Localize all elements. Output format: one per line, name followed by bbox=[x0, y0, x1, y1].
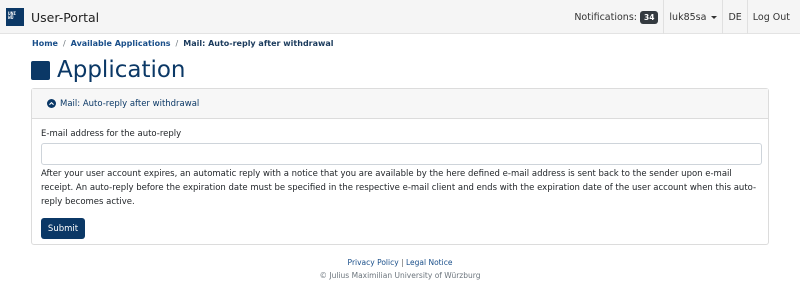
chevron-up-circle-icon bbox=[47, 99, 56, 108]
notifications-label: Notifications: bbox=[574, 11, 637, 23]
logout-link[interactable]: Log Out bbox=[748, 0, 800, 34]
breadcrumb: Home / Available Applications / Mail: Au… bbox=[32, 39, 334, 48]
brand-link[interactable]: UNI WÜ User-Portal bbox=[6, 8, 99, 26]
logo-line-2: WÜ bbox=[8, 16, 14, 21]
breadcrumb-current: Mail: Auto-reply after withdrawal bbox=[183, 39, 334, 48]
top-navbar: UNI WÜ User-Portal Notifications: 34 luk… bbox=[0, 0, 800, 34]
panel-body: E-mail address for the auto-reply After … bbox=[32, 119, 768, 249]
page-title: Application bbox=[57, 57, 186, 83]
breadcrumb-separator: / bbox=[62, 39, 66, 48]
user-dropdown[interactable]: luk85sa bbox=[664, 0, 722, 34]
brand-title: User-Portal bbox=[31, 9, 100, 25]
panel-header-toggle[interactable]: Mail: Auto-reply after withdrawal bbox=[32, 89, 768, 119]
username: luk85sa bbox=[669, 11, 707, 23]
footer: Privacy Policy | Legal Notice © Julius M… bbox=[0, 256, 800, 282]
caret-down-icon bbox=[711, 16, 718, 19]
language-switch[interactable]: DE bbox=[723, 0, 746, 34]
navbar-right: Notifications: 34 luk85sa DE Log Out bbox=[569, 0, 800, 34]
breadcrumb-available-applications[interactable]: Available Applications bbox=[71, 39, 171, 48]
breadcrumb-home[interactable]: Home bbox=[32, 39, 58, 48]
legal-notice-link[interactable]: Legal Notice bbox=[406, 258, 452, 267]
submit-button[interactable]: Submit bbox=[41, 218, 85, 239]
language-label: DE bbox=[728, 11, 742, 23]
help-text: After your user account expires, an auto… bbox=[41, 169, 757, 207]
application-panel: Mail: Auto-reply after withdrawal E-mail… bbox=[31, 88, 769, 245]
email-field-label: E-mail address for the auto-reply bbox=[41, 129, 182, 139]
breadcrumb-separator: / bbox=[175, 39, 179, 48]
square-icon bbox=[31, 60, 50, 80]
panel-title: Mail: Auto-reply after withdrawal bbox=[60, 98, 200, 109]
notifications-link[interactable]: Notifications: 34 bbox=[569, 0, 663, 34]
copyright-text: © Julius Maximilian University of Würzbu… bbox=[319, 271, 481, 280]
privacy-policy-link[interactable]: Privacy Policy bbox=[348, 258, 399, 267]
logout-label: Log Out bbox=[752, 11, 790, 23]
auto-reply-email-input[interactable] bbox=[41, 143, 762, 165]
page-heading: Application bbox=[31, 56, 186, 84]
university-logo: UNI WÜ bbox=[6, 8, 24, 26]
notifications-count-badge: 34 bbox=[639, 10, 659, 24]
footer-separator: | bbox=[401, 258, 404, 267]
